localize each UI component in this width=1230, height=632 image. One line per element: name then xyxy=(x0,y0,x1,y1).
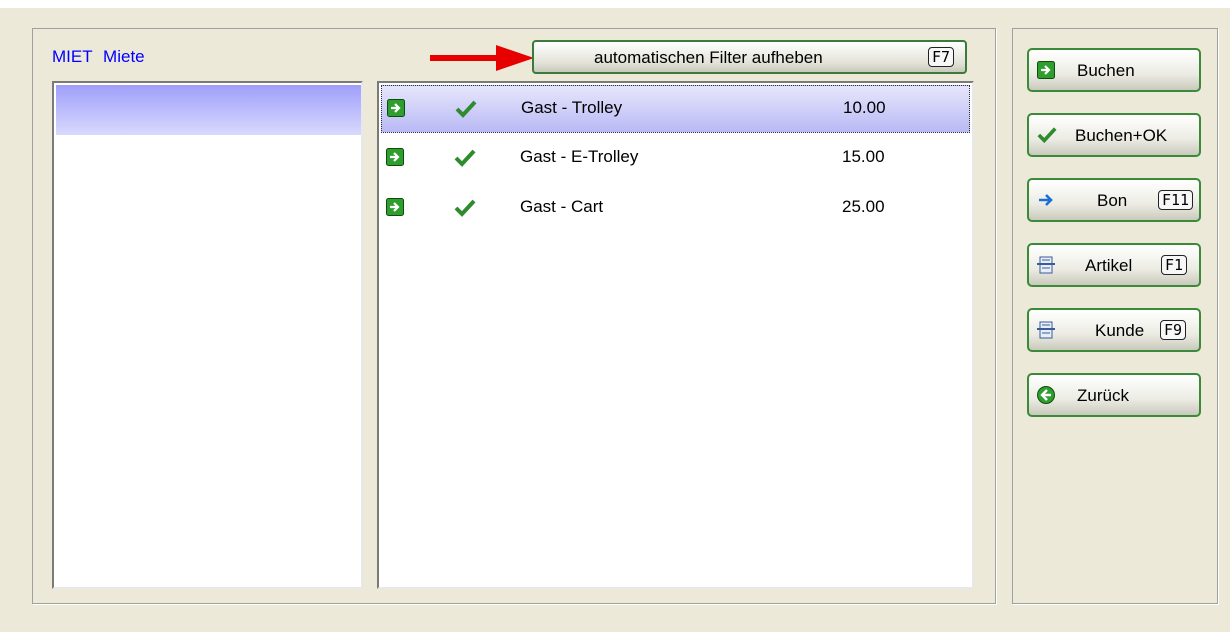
checkmark-icon xyxy=(455,100,477,118)
item-price: 15.00 xyxy=(842,147,885,166)
item-name: Gast - Cart xyxy=(520,197,604,216)
group-name: Miete xyxy=(103,47,145,66)
blue-arrow-icon xyxy=(1039,194,1053,206)
kunde-button[interactable]: Kunde F9 xyxy=(1027,308,1201,352)
back-circle-icon xyxy=(1037,386,1055,404)
list-item[interactable]: Gast - E-Trolley 15.00 xyxy=(381,135,970,183)
group-code: MIET xyxy=(52,47,93,66)
list-item[interactable]: Gast - Trolley 10.00 xyxy=(381,85,970,133)
buchen-ok-label: Buchen+OK xyxy=(1075,126,1168,145)
zurueck-label: Zurück xyxy=(1077,386,1129,405)
bon-shortcut: F11 xyxy=(1158,190,1194,210)
kunde-label: Kunde xyxy=(1095,321,1145,340)
item-name: Gast - E-Trolley xyxy=(520,147,639,166)
kunde-shortcut: F9 xyxy=(1160,320,1187,340)
window-top-edge xyxy=(0,0,1230,8)
item-name: Gast - Trolley xyxy=(521,98,623,117)
green-arrow-icon xyxy=(1037,61,1055,79)
document-icon xyxy=(1037,321,1055,339)
list-item[interactable]: Gast - Cart 25.00 xyxy=(381,185,970,233)
category-list[interactable] xyxy=(52,81,363,589)
group-caption: MIET Miete xyxy=(52,47,145,67)
buchen-label: Buchen xyxy=(1077,61,1135,80)
bon-button[interactable]: Bon F11 xyxy=(1027,178,1201,222)
article-list[interactable]: Gast - Trolley 10.00 Gast - E-Trolley 15… xyxy=(377,81,974,589)
artikel-shortcut: F1 xyxy=(1161,255,1188,275)
clear-filter-label: automatischen Filter aufheben xyxy=(594,48,823,67)
bon-label: Bon xyxy=(1097,191,1128,210)
document-icon xyxy=(1037,256,1055,274)
zurueck-button[interactable]: Zurück xyxy=(1027,373,1201,417)
red-arrow-icon xyxy=(430,45,534,71)
buchen-button[interactable]: Buchen xyxy=(1027,48,1201,92)
item-price: 10.00 xyxy=(843,98,886,117)
go-arrow-icon xyxy=(386,148,404,166)
checkmark-icon xyxy=(454,149,476,167)
checkmark-icon xyxy=(454,199,476,217)
artikel-label: Artikel xyxy=(1085,256,1133,275)
buchen-ok-button[interactable]: Buchen+OK xyxy=(1027,113,1201,157)
item-price: 25.00 xyxy=(842,197,885,216)
clear-filter-button[interactable]: automatischen Filter aufheben F7 xyxy=(532,40,967,74)
artikel-button[interactable]: Artikel F1 xyxy=(1027,243,1201,287)
go-arrow-icon xyxy=(386,198,404,216)
clear-filter-shortcut: F7 xyxy=(928,47,955,67)
checkmark-icon xyxy=(1037,127,1057,144)
go-arrow-icon xyxy=(387,99,405,117)
category-selected-row[interactable] xyxy=(56,85,361,135)
